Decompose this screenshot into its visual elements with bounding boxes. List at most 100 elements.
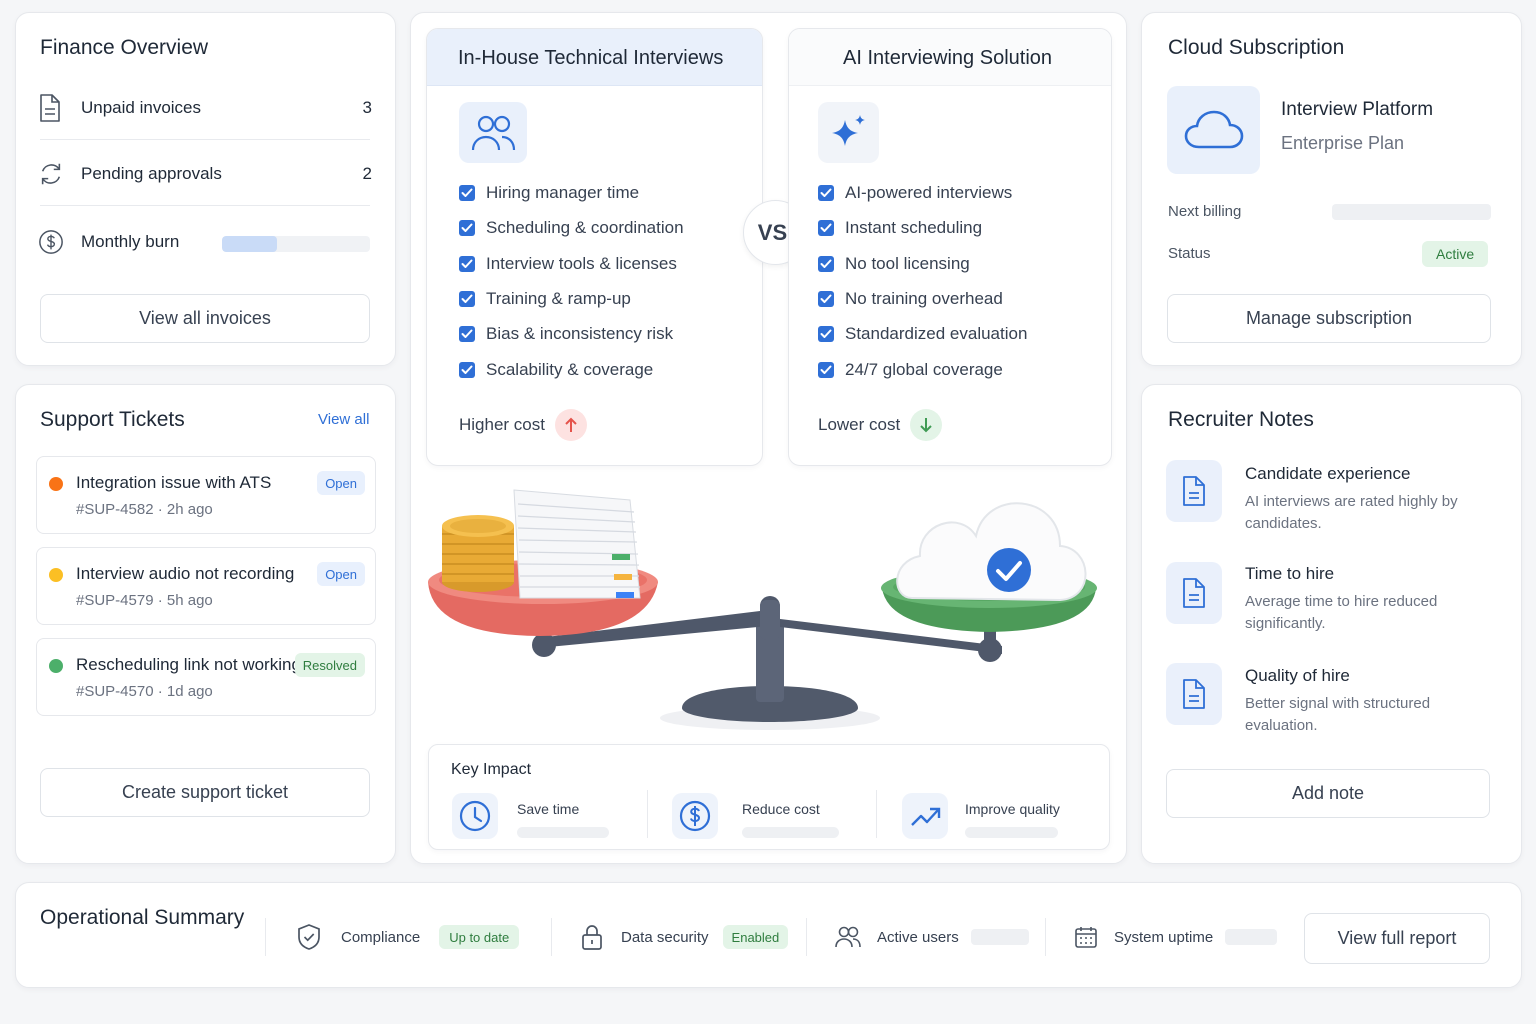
unpaid-invoices-label: Unpaid invoices bbox=[81, 98, 202, 117]
clock-icon bbox=[452, 793, 498, 839]
ai-solution-title: AI Interviewing Solution bbox=[843, 47, 1053, 69]
note-document-icon bbox=[1166, 460, 1222, 522]
checklist-item: Instant scheduling bbox=[818, 218, 982, 238]
manage-subscription-button[interactable]: Manage subscription bbox=[1167, 294, 1491, 343]
lock-icon bbox=[580, 923, 604, 951]
system-uptime-placeholder bbox=[1225, 929, 1278, 945]
checklist-item: Training & ramp-up bbox=[459, 289, 631, 309]
checklist-item-label: Scalability & coverage bbox=[486, 359, 654, 379]
active-users-placeholder bbox=[970, 929, 1029, 945]
status-badge: Resolved bbox=[294, 653, 365, 677]
checklist-item-label: Interview tools & licenses bbox=[486, 253, 677, 273]
improve-quality-placeholder bbox=[965, 827, 1058, 838]
plan-name: Enterprise Plan bbox=[1281, 133, 1405, 153]
priority-dot bbox=[49, 659, 63, 673]
coin-stack-icon bbox=[442, 515, 514, 592]
checklist-item: No training overhead bbox=[818, 289, 1003, 309]
dollar-icon bbox=[38, 228, 64, 256]
checkbox-checked-icon bbox=[818, 326, 834, 343]
checklist-item-label: No tool licensing bbox=[845, 253, 970, 273]
product-name: Interview Platform bbox=[1281, 99, 1434, 120]
note-document-icon bbox=[1166, 562, 1222, 624]
ticket-title: Interview audio not recording bbox=[76, 564, 295, 583]
checkbox-checked-icon bbox=[459, 361, 475, 378]
unpaid-invoices-row[interactable]: Unpaid invoices 3 bbox=[38, 92, 372, 124]
calendar-icon bbox=[1073, 924, 1099, 950]
data-security-item: Data security Enabled bbox=[580, 922, 789, 952]
notes-title: Recruiter Notes bbox=[1168, 408, 1314, 431]
ticket-card[interactable]: Interview audio not recording #SUP-4579 … bbox=[36, 547, 376, 625]
view-full-report-button[interactable]: View full report bbox=[1304, 913, 1490, 964]
note-description: Better signal with structured evaluation… bbox=[1245, 695, 1431, 734]
active-users-item: Active users bbox=[834, 922, 1029, 952]
reduce-cost-item: Reduce cost bbox=[672, 793, 839, 839]
checklist-item-label: Instant scheduling bbox=[845, 218, 983, 238]
reduce-cost-placeholder bbox=[742, 827, 839, 838]
arrow-up-icon bbox=[554, 409, 587, 441]
improve-quality-item: Improve quality bbox=[902, 793, 1060, 839]
checkbox-checked-icon bbox=[818, 220, 834, 237]
checkbox-checked-icon bbox=[459, 290, 475, 307]
checklist-item-label: 24/7 global coverage bbox=[845, 359, 1003, 379]
users-icon bbox=[834, 925, 862, 949]
checklist-item: Interview tools & licenses bbox=[459, 254, 677, 274]
checkbox-checked-icon bbox=[818, 361, 834, 378]
ticket-card[interactable]: Integration issue with ATS #SUP-4582 · 2… bbox=[36, 456, 376, 534]
note-description: Average time to hire reduced significant… bbox=[1245, 593, 1438, 632]
in-house-card bbox=[426, 28, 763, 466]
ai-solution-card bbox=[788, 28, 1112, 466]
checklist-item: Scalability & coverage bbox=[459, 360, 653, 380]
create-support-ticket-button[interactable]: Create support ticket bbox=[40, 768, 370, 817]
ticket-title: Integration issue with ATS bbox=[76, 473, 272, 492]
cost-text: Lower cost bbox=[818, 415, 901, 434]
pending-approvals-count: 2 bbox=[362, 164, 372, 183]
pending-approvals-label: Pending approvals bbox=[81, 164, 222, 183]
sparkle-icon bbox=[818, 102, 879, 163]
ticket-card[interactable]: Rescheduling link not working #SUP-4570 … bbox=[36, 638, 376, 716]
divider bbox=[265, 918, 266, 956]
status-badge: Active bbox=[1422, 241, 1489, 267]
checkbox-checked-icon bbox=[459, 255, 475, 272]
note-document-icon bbox=[1166, 663, 1222, 725]
ticket-title: Rescheduling link not working bbox=[76, 655, 301, 674]
checklist-item-label: Training & ramp-up bbox=[486, 288, 631, 308]
ticket-meta: #SUP-4570 · 1d ago bbox=[76, 683, 213, 700]
checklist-item: Scheduling & coordination bbox=[459, 218, 684, 238]
improve-quality-label: Improve quality bbox=[965, 801, 1060, 817]
next-billing-placeholder bbox=[1332, 204, 1491, 220]
checklist-item: 24/7 global coverage bbox=[818, 360, 1003, 380]
next-billing-label: Next billing bbox=[1168, 203, 1242, 220]
pending-approvals-row[interactable]: Pending approvals 2 bbox=[38, 158, 372, 190]
checkbox-checked-icon bbox=[459, 326, 475, 343]
balance-scale-illustration bbox=[428, 489, 1097, 730]
checklist-item-label: AI-powered interviews bbox=[845, 183, 1013, 202]
checkbox-checked-icon bbox=[459, 185, 475, 201]
checkbox-checked-icon bbox=[818, 290, 834, 307]
add-note-button[interactable]: Add note bbox=[1166, 769, 1490, 818]
checklist-item: Standardized evaluation bbox=[818, 324, 1027, 344]
save-time-item: Save time bbox=[452, 793, 609, 839]
people-icon bbox=[459, 102, 527, 163]
support-view-all-link[interactable]: View all bbox=[318, 411, 369, 428]
checkbox-checked-icon bbox=[818, 185, 834, 201]
checklist-item-label: Scheduling & coordination bbox=[486, 218, 684, 238]
in-house-title: In-House Technical Interviews bbox=[458, 47, 724, 69]
view-all-invoices-button[interactable]: View all invoices bbox=[40, 294, 370, 343]
priority-dot bbox=[49, 568, 63, 582]
paper-stack-icon bbox=[513, 489, 641, 599]
save-time-label: Save time bbox=[517, 801, 580, 817]
checklist-item-label: Hiring manager time bbox=[486, 183, 640, 202]
finance-title: Finance Overview bbox=[40, 36, 209, 59]
data-security-badge: Enabled bbox=[722, 925, 789, 949]
status-label: Status bbox=[1168, 245, 1211, 262]
higher-cost-label: Higher cost bbox=[459, 409, 587, 441]
ticket-meta: #SUP-4582 · 2h ago bbox=[76, 501, 213, 518]
cloud-check-icon bbox=[896, 502, 1087, 602]
divider bbox=[551, 918, 552, 956]
divider bbox=[647, 790, 648, 838]
arrow-down-icon bbox=[910, 409, 943, 441]
monthly-burn-bar bbox=[222, 236, 370, 252]
checklist-item: AI-powered interviews bbox=[818, 183, 1012, 203]
checklist-item: Bias & inconsistency risk bbox=[459, 324, 673, 344]
status-badge: Open bbox=[317, 471, 365, 495]
